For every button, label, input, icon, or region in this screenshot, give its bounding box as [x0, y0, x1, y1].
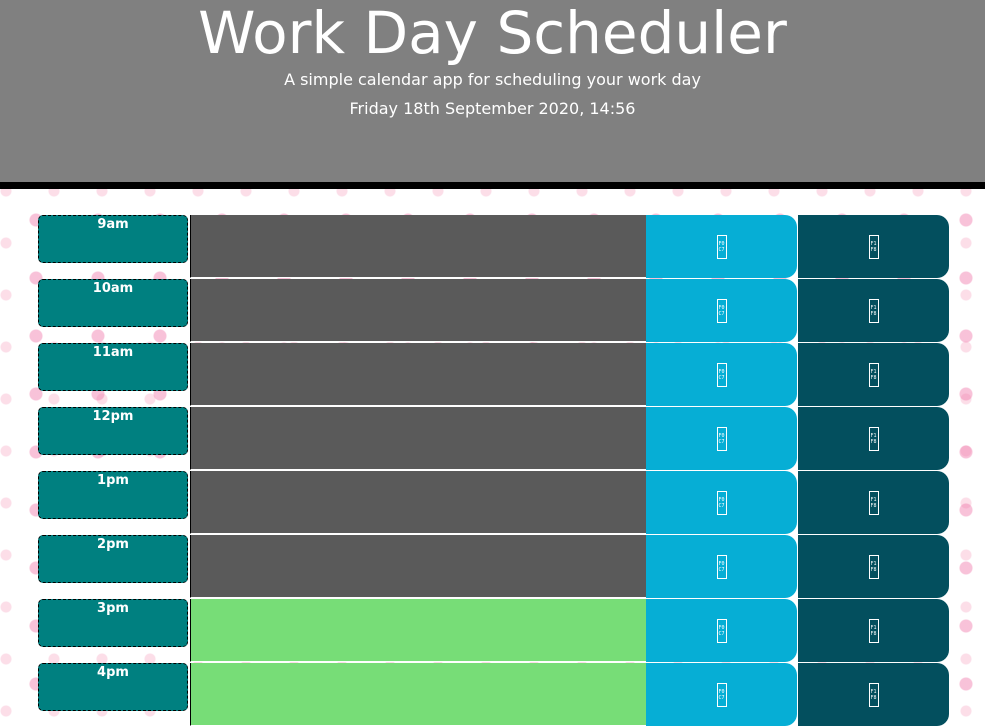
trash-icon: F1F8: [868, 490, 879, 515]
header: Work Day Scheduler A simple calendar app…: [0, 0, 985, 189]
delete-button[interactable]: F1F8: [798, 471, 949, 534]
hour-label: 4pm: [38, 663, 188, 711]
hour-label: 3pm: [38, 599, 188, 647]
delete-button[interactable]: F1F8: [798, 215, 949, 278]
save-button[interactable]: F0C7: [646, 343, 797, 406]
event-description-input[interactable]: [190, 535, 646, 598]
trash-icon: F1F8: [868, 554, 879, 579]
save-icon: F0C7: [716, 618, 727, 643]
save-button[interactable]: F0C7: [646, 663, 797, 726]
delete-button[interactable]: F1F8: [798, 535, 949, 598]
time-block-row: 4pm F0C7 F1F8: [38, 663, 950, 727]
event-description-input[interactable]: [190, 215, 646, 278]
delete-button[interactable]: F1F8: [798, 407, 949, 470]
page-title: Work Day Scheduler: [198, 0, 787, 67]
time-block-row: 1pm F0C7 F1F8: [38, 471, 950, 535]
hour-label: 9am: [38, 215, 188, 263]
page-subtitle: A simple calendar app for scheduling you…: [284, 70, 701, 89]
save-icon: F0C7: [716, 426, 727, 451]
trash-icon: F1F8: [868, 682, 879, 707]
delete-button[interactable]: F1F8: [798, 663, 949, 726]
trash-icon: F1F8: [868, 234, 879, 259]
time-block-row: 3pm F0C7 F1F8: [38, 599, 950, 663]
hour-label: 10am: [38, 279, 188, 327]
trash-icon: F1F8: [868, 618, 879, 643]
event-description-input[interactable]: [190, 407, 646, 470]
save-button[interactable]: F0C7: [646, 215, 797, 278]
current-day: Friday 18th September 2020, 14:56: [349, 99, 636, 118]
trash-icon: F1F8: [868, 426, 879, 451]
save-icon: F0C7: [716, 298, 727, 323]
event-description-input[interactable]: [190, 663, 646, 726]
hour-label: 12pm: [38, 407, 188, 455]
delete-button[interactable]: F1F8: [798, 599, 949, 662]
save-button[interactable]: F0C7: [646, 599, 797, 662]
time-block-row: 11am F0C7 F1F8: [38, 343, 950, 407]
trash-icon: F1F8: [868, 298, 879, 323]
hour-label: 2pm: [38, 535, 188, 583]
time-block-row: 9am F0C7 F1F8: [38, 215, 950, 279]
time-block-row: 10am F0C7 F1F8: [38, 279, 950, 343]
hour-label: 11am: [38, 343, 188, 391]
save-button[interactable]: F0C7: [646, 471, 797, 534]
save-icon: F0C7: [716, 682, 727, 707]
event-description-input[interactable]: [190, 279, 646, 342]
time-block-row: 2pm F0C7 F1F8: [38, 535, 950, 599]
hour-label: 1pm: [38, 471, 188, 519]
event-description-input[interactable]: [190, 599, 646, 662]
time-block-row: 12pm F0C7 F1F8: [38, 407, 950, 471]
event-description-input[interactable]: [190, 343, 646, 406]
save-button[interactable]: F0C7: [646, 407, 797, 470]
save-icon: F0C7: [716, 234, 727, 259]
delete-button[interactable]: F1F8: [798, 343, 949, 406]
trash-icon: F1F8: [868, 362, 879, 387]
delete-button[interactable]: F1F8: [798, 279, 949, 342]
save-icon: F0C7: [716, 362, 727, 387]
save-button[interactable]: F0C7: [646, 535, 797, 598]
save-button[interactable]: F0C7: [646, 279, 797, 342]
event-description-input[interactable]: [190, 471, 646, 534]
time-block-container: 9am F0C7 F1F8 10am F0C7 F1F8 11am F0C7 F…: [38, 215, 950, 727]
save-icon: F0C7: [716, 490, 727, 515]
save-icon: F0C7: [716, 554, 727, 579]
